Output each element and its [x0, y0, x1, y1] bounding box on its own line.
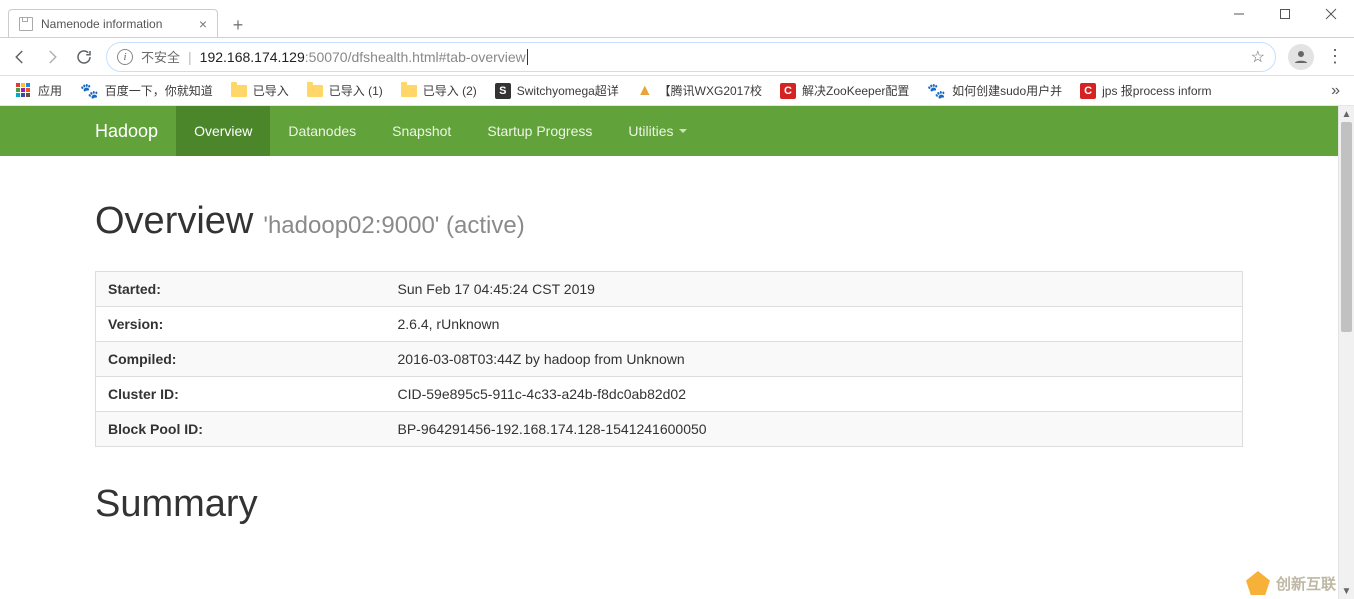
vertical-scrollbar[interactable]: ▲ ▼ [1338, 106, 1354, 599]
apps-shortcut[interactable]: 应用 [8, 76, 70, 105]
hadoop-navbar: Hadoop Overview Datanodes Snapshot Start… [0, 106, 1338, 156]
row-key: Cluster ID: [96, 377, 386, 412]
scrollbar-thumb[interactable] [1341, 122, 1352, 332]
tab-datanodes[interactable]: Datanodes [270, 106, 374, 156]
separator: | [188, 49, 192, 65]
bm-folder-2[interactable]: 已导入 (1) [299, 76, 391, 105]
window-maximize-button[interactable] [1262, 0, 1308, 28]
row-value: BP-964291456-192.168.174.128-15412416000… [386, 412, 1243, 447]
address-bar[interactable]: i 不安全 | 192.168.174.129:50070/dfshealth.… [106, 42, 1276, 72]
page-favicon [19, 17, 33, 31]
table-row: Version:2.6.4, rUnknown [96, 307, 1243, 342]
tab-startup-progress[interactable]: Startup Progress [469, 106, 610, 156]
table-row: Block Pool ID:BP-964291456-192.168.174.1… [96, 412, 1243, 447]
heading-subtitle: 'hadoop02:9000' (active) [263, 212, 524, 240]
bm-label: Switchyomega超详 [517, 82, 619, 99]
row-value: 2.6.4, rUnknown [386, 307, 1243, 342]
folder-icon [307, 85, 323, 97]
bookmark-star-icon[interactable]: ☆ [1251, 47, 1265, 67]
tab-utilities[interactable]: Utilities [610, 106, 704, 156]
bookmarks-overflow-button[interactable]: » [1325, 82, 1346, 100]
square-c-icon [780, 83, 796, 99]
scroll-down-arrow-icon[interactable]: ▼ [1339, 583, 1354, 599]
row-key: Compiled: [96, 342, 386, 377]
tab-overview[interactable]: Overview [176, 106, 270, 156]
bm-label: 解决ZooKeeper配置 [802, 82, 909, 99]
bm-label: 如何创建sudo用户并 [952, 82, 1062, 99]
bm-label: 已导入 (1) [329, 82, 383, 99]
row-value: Sun Feb 17 04:45:24 CST 2019 [386, 272, 1243, 307]
nav-back-button[interactable] [10, 47, 30, 67]
overview-heading: Overview 'hadoop02:9000' (active) [95, 200, 1243, 243]
bm-label: 应用 [38, 82, 62, 99]
scroll-up-arrow-icon[interactable]: ▲ [1339, 106, 1354, 122]
folder-icon [401, 85, 417, 97]
square-s-icon [495, 83, 511, 99]
watermark-logo-icon [1246, 571, 1270, 595]
tab-close-icon[interactable]: × [199, 16, 207, 32]
bm-zookeeper[interactable]: 解决ZooKeeper配置 [772, 76, 917, 105]
nav-reload-button[interactable] [74, 47, 94, 67]
bm-jps[interactable]: jps 报process inform [1072, 76, 1219, 105]
apps-grid-icon [16, 83, 32, 99]
watermark: 创新互联 [1246, 571, 1336, 595]
browser-tab-active[interactable]: Namenode information × [8, 9, 218, 37]
heading-text: Overview [95, 200, 253, 243]
page-content: Hadoop Overview Datanodes Snapshot Start… [0, 106, 1338, 599]
nav-forward-button[interactable] [42, 47, 62, 67]
bm-sudo[interactable]: 🐾 如何创建sudo用户并 [919, 76, 1070, 105]
site-info-icon[interactable]: i [117, 49, 133, 65]
bm-label: 百度一下，你就知道 [105, 82, 213, 99]
bm-folder-3[interactable]: 已导入 (2) [393, 76, 485, 105]
tab-snapshot[interactable]: Snapshot [374, 106, 469, 156]
table-row: Started:Sun Feb 17 04:45:24 CST 2019 [96, 272, 1243, 307]
bookmarks-bar: 应用 🐾 百度一下，你就知道 已导入 已导入 (1) 已导入 (2) Switch… [0, 76, 1354, 106]
bm-folder-1[interactable]: 已导入 [223, 76, 297, 105]
hadoop-brand[interactable]: Hadoop [95, 106, 176, 156]
baidu-paw-icon: 🐾 [927, 82, 946, 100]
window-close-button[interactable] [1308, 0, 1354, 28]
bm-label: jps 报process inform [1102, 82, 1211, 99]
row-key: Started: [96, 272, 386, 307]
folder-icon [231, 85, 247, 97]
url-text: 192.168.174.129:50070/dfshealth.html#tab… [200, 49, 1243, 65]
baidu-paw-icon: 🐾 [80, 82, 99, 100]
tab-label: Utilities [628, 123, 673, 139]
row-key: Version: [96, 307, 386, 342]
bm-label: 【腾讯WXG2017校 [659, 82, 762, 99]
window-minimize-button[interactable] [1216, 0, 1262, 28]
bm-tencent[interactable]: ▲ 【腾讯WXG2017校 [629, 76, 770, 105]
profile-avatar[interactable] [1288, 44, 1314, 70]
overview-table: Started:Sun Feb 17 04:45:24 CST 2019Vers… [95, 271, 1243, 447]
square-c-icon [1080, 83, 1096, 99]
triangle-icon: ▲ [637, 82, 653, 100]
table-row: Cluster ID:CID-59e895c5-911c-4c33-a24b-f… [96, 377, 1243, 412]
row-value: 2016-03-08T03:44Z by hadoop from Unknown [386, 342, 1243, 377]
watermark-text: 创新互联 [1276, 573, 1336, 594]
bm-switchyomega[interactable]: Switchyomega超详 [487, 76, 627, 105]
bm-label: 已导入 [253, 82, 289, 99]
row-value: CID-59e895c5-911c-4c33-a24b-f8dc0ab82d02 [386, 377, 1243, 412]
table-row: Compiled:2016-03-08T03:44Z by hadoop fro… [96, 342, 1243, 377]
new-tab-button[interactable]: + [224, 13, 252, 37]
bm-baidu[interactable]: 🐾 百度一下，你就知道 [72, 76, 221, 105]
bm-label: 已导入 (2) [423, 82, 477, 99]
security-status: 不安全 [141, 47, 180, 66]
row-key: Block Pool ID: [96, 412, 386, 447]
browser-toolbar: i 不安全 | 192.168.174.129:50070/dfshealth.… [0, 38, 1354, 76]
browser-tab-strip: Namenode information × + [0, 10, 1354, 38]
summary-heading: Summary [95, 483, 1243, 526]
chevron-down-icon [679, 129, 687, 133]
tab-title: Namenode information [41, 17, 162, 31]
chrome-menu-button[interactable]: ⋮ [1326, 46, 1344, 67]
